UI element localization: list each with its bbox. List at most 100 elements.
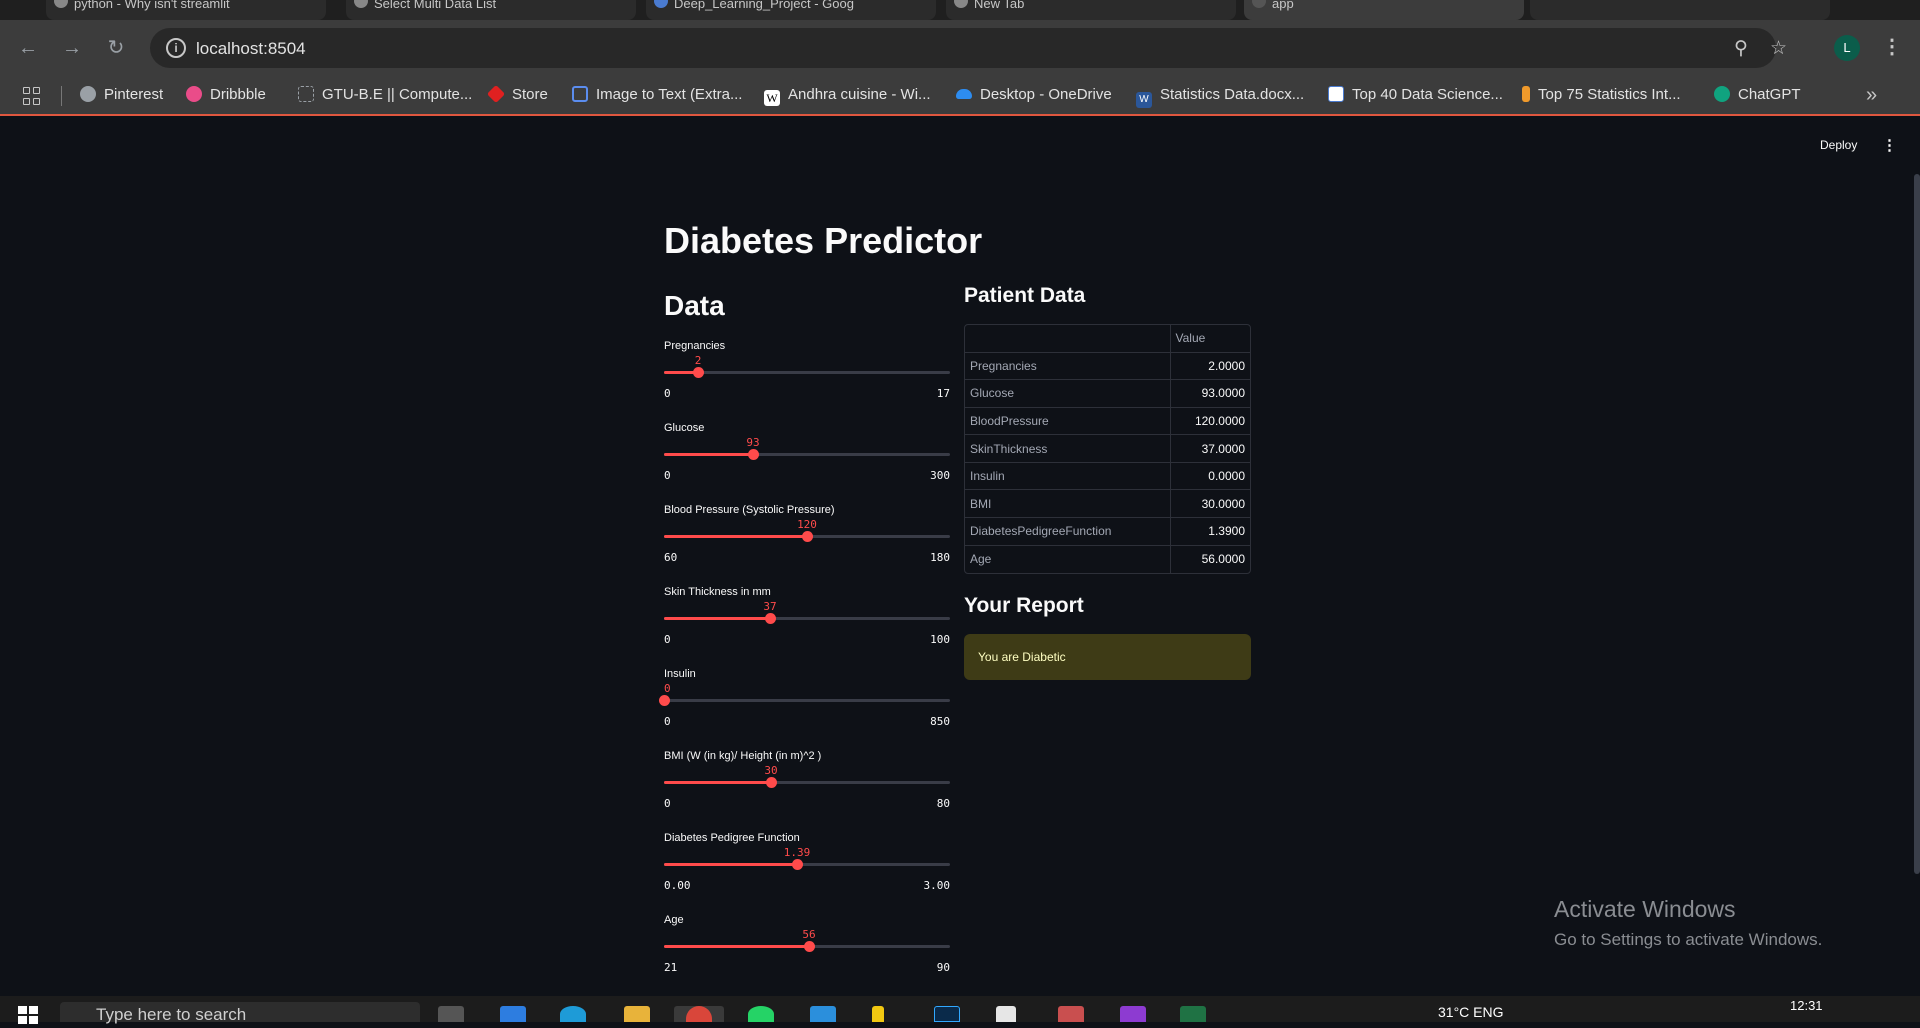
chrome-taskbar-active[interactable] [674,1006,724,1022]
slider-max: 90 [936,961,950,974]
slider-thumb[interactable] [802,531,813,542]
browser-tab[interactable]: Select Multi Data List [346,0,636,20]
browser-menu-icon[interactable]: ⋮ [1882,34,1902,59]
slider-track[interactable] [664,777,950,788]
slider-track[interactable] [664,367,950,378]
slider-diabetes-pedigree[interactable]: Diabetes Pedigree Function 1.39 0.00 3.0… [664,832,950,904]
slider-track[interactable] [664,941,950,952]
patient-data-table[interactable]: Value Pregnancies 2.0000 Glucose 93.0000 B… [964,324,1251,574]
bookmark-dribbble[interactable]: Dribbble [186,76,266,114]
bookmark-label: Pinterest [104,86,164,103]
slider-min: 0.00 [664,879,691,892]
zoom-icon[interactable]: ⚲ [1734,37,1748,60]
slider-track[interactable] [659,695,950,706]
tab-title: Select Multi Data List [374,0,497,11]
photoshop-icon[interactable] [934,1006,960,1022]
bookmark-store[interactable]: Store [486,76,548,114]
runner-icon [1522,86,1530,102]
browser-tab[interactable] [1530,0,1830,20]
bookmark-image-to-text[interactable]: Image to Text (Extra... [572,76,742,114]
taskbar-search-box[interactable]: Type here to search [60,1002,420,1024]
slider-min: 0 [664,797,671,810]
file-explorer-icon[interactable] [624,1006,650,1022]
paint-icon[interactable] [1058,1006,1084,1022]
excel-icon[interactable] [1180,1006,1206,1022]
page-scrollbar[interactable] [1914,174,1920,874]
slider-track[interactable] [664,449,950,460]
slider-track[interactable] [664,613,950,624]
row-value[interactable]: 2.0000 [1169,352,1250,381]
slider-thumb[interactable] [659,695,670,706]
row-name: Insulin [965,462,1170,491]
slider-track[interactable] [664,531,950,542]
bookmark-onedrive[interactable]: Desktop - OneDrive [956,76,1112,114]
slider-pregnancies[interactable]: Pregnancies 2 0 17 [664,340,950,412]
bookmark-chatgpt[interactable]: ChatGPT [1714,76,1801,114]
forward-arrow-icon[interactable]: → [56,32,88,64]
slider-skin-thickness[interactable]: Skin Thickness in mm 37 0 100 [664,586,950,658]
apps-grid-icon[interactable] [23,87,41,105]
profile-avatar[interactable]: L [1834,35,1860,61]
slider-bmi[interactable]: BMI (W (in kg)/ Height (in m)^2 ) 30 0 8… [664,750,950,822]
onenote-icon[interactable] [1120,1006,1146,1022]
browser-tab[interactable]: python - Why isn't streamlit [46,0,326,20]
slider-age[interactable]: Age 56 21 90 [664,914,950,986]
row-name: Age [970,552,992,567]
whatsapp-icon[interactable] [748,1006,774,1022]
slider-thumb[interactable] [804,941,815,952]
clock[interactable]: 12:31 [1790,998,1823,1013]
table-header-row: Value [965,325,1250,353]
row-value[interactable]: 1.3900 [1169,517,1250,546]
notepad-icon[interactable] [996,1006,1016,1022]
browser-tab-active[interactable]: app [1244,0,1524,20]
deploy-button[interactable]: Deploy [1820,138,1857,152]
bookmark-top40[interactable]: Top 40 Data Science... [1328,76,1503,114]
address-bar[interactable]: i localhost:8504 ⚲ ☆ [150,28,1787,68]
bookmark-label: Store [512,86,548,103]
back-arrow-icon[interactable]: ← [12,32,44,64]
row-value[interactable]: 120.0000 [1169,407,1250,436]
slider-fill [664,945,809,948]
reload-icon[interactable]: ↻ [100,32,132,64]
slider-thumb[interactable] [792,859,803,870]
row-value[interactable]: 93.0000 [1169,379,1250,408]
task-view-icon[interactable] [438,1006,464,1022]
row-value[interactable]: 30.0000 [1169,489,1250,519]
mail-app-icon[interactable] [500,1006,526,1022]
bookmark-statistics-doc[interactable]: W Statistics Data.docx... [1136,76,1304,114]
slider-value: 120 [797,518,817,531]
vscode-icon[interactable] [810,1006,836,1022]
slider-insulin[interactable]: Insulin 0 0 850 [659,668,950,740]
bookmark-wikipedia[interactable]: W Andhra cuisine - Wi... [764,76,931,114]
bookmark-pinterest[interactable]: Pinterest [80,76,163,114]
slider-thumb[interactable] [766,777,777,788]
browser-tab[interactable]: New Tab [946,0,1236,20]
slider-thumb[interactable] [765,613,776,624]
table-row: BloodPressure 120.0000 [965,407,1250,436]
bookmark-gtu[interactable]: GTU-B.E || Compute... [298,76,472,114]
bookmark-star-icon[interactable]: ☆ [1770,37,1787,60]
bookmark-label: Image to Text (Extra... [596,86,743,103]
row-value[interactable]: 0.0000 [1169,462,1250,491]
edge-browser-icon[interactable] [560,1006,586,1022]
slider-blood-pressure[interactable]: Blood Pressure (Systolic Pressure) 120 6… [664,504,950,576]
url-text[interactable]: localhost:8504 [196,39,306,59]
row-value[interactable]: 37.0000 [1169,434,1250,463]
value-column-header[interactable]: Value [1169,325,1250,353]
bookmark-top75[interactable]: Top 75 Statistics Int... [1522,76,1681,114]
browser-toolbar: ← → ↻ i localhost:8504 ⚲ ☆ L ⋮ [0,20,1920,76]
more-bookmarks-icon[interactable]: » [1866,84,1877,107]
slider-thumb[interactable] [693,367,704,378]
browser-tab[interactable]: Deep_Learning_Project - Goog [646,0,936,20]
slider-track[interactable] [664,859,950,870]
row-value[interactable]: 56.0000 [1169,545,1250,573]
system-tray[interactable]: 31°C ENG [1438,1004,1504,1020]
site-info-icon[interactable]: i [166,38,186,58]
slider-glucose[interactable]: Glucose 93 0 300 [664,422,950,494]
tab-title: app [1272,0,1294,11]
powerbi-icon[interactable] [872,1006,884,1022]
windows-taskbar: Type here to search 31°C ENG 12:31 [0,996,1920,1024]
windows-start-icon[interactable] [18,1006,38,1024]
app-menu-icon[interactable]: ⋮ [1882,136,1897,154]
slider-thumb[interactable] [748,449,759,460]
